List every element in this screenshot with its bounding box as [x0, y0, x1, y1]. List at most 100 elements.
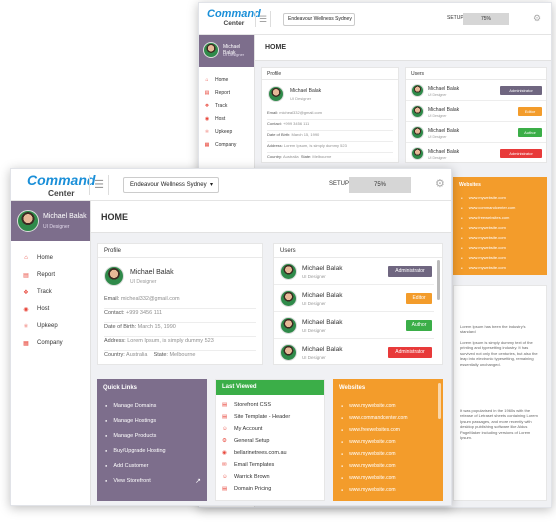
website-link[interactable]: www.mywebsite.com [341, 451, 395, 457]
website-link[interactable]: www.mywebsite.com [341, 463, 395, 469]
quick-link[interactable]: Manage Domains [105, 403, 156, 409]
front-gear-icon[interactable]: ⚙ [435, 177, 445, 190]
website-link[interactable]: www.mywebsite.com [341, 487, 395, 493]
back-company-select[interactable]: Endeavour Wellness Sydney [283, 13, 355, 26]
last-viewed-item[interactable]: ▤ Site Template - Header [222, 414, 290, 420]
last-viewed-item[interactable]: ▤ Storefront CSS [222, 402, 271, 408]
back-gear-icon[interactable]: ⚙ [533, 13, 541, 24]
administrator-badge[interactable]: Administrator [388, 347, 432, 358]
last-viewed-item[interactable]: ▤ Domain Pricing [222, 486, 271, 492]
back-text-p1: Lorem Ipsum has been the industry's stan… [460, 324, 526, 335]
report-icon: ▤ [204, 90, 210, 96]
external-link-icon[interactable]: ↗ [195, 477, 201, 485]
front-menu-button[interactable]: ☰ [89, 175, 109, 195]
track-icon: ❖ [23, 290, 29, 296]
author-badge[interactable]: Author [406, 320, 432, 331]
back-country-label: Country: [267, 154, 283, 159]
front-nav-track[interactable]: ❖ Track [11, 289, 90, 303]
back-page-title: HOME [255, 35, 551, 61]
quick-link[interactable]: Add Customer [105, 463, 148, 469]
website-link[interactable]: www.mywebsite.com [341, 403, 395, 409]
back-address-label: Address: [267, 143, 283, 148]
address-label: Address: [104, 338, 126, 344]
administrator-badge[interactable]: Administrator [388, 266, 432, 277]
back-menu-button[interactable]: ☰ [255, 11, 271, 27]
front-nav-label: Track [37, 289, 52, 295]
back-user-row: Michael Balak UI Designer Administrator [406, 144, 546, 163]
back-nav-track[interactable]: ❖ Track [199, 103, 254, 115]
front-page-title: HOME [91, 201, 451, 233]
last-viewed-item[interactable]: ◉ bellarinetrees.com.au [222, 450, 287, 456]
front-nav-host[interactable]: ◉ Host [11, 306, 90, 320]
website-link[interactable]: www.commandcenter.com [341, 415, 407, 421]
front-user-role: UI Designer [43, 224, 70, 230]
back-nav-upkeep[interactable]: ⚛ Upkeep [199, 129, 254, 141]
website-link[interactable]: www.mywebsite.com [341, 475, 395, 481]
quick-link[interactable]: Buy/Upgrade Hosting [105, 448, 165, 454]
back-nav-label: Upkeep [215, 129, 233, 135]
user-row-avatar [280, 344, 297, 361]
home-icon: ⌂ [205, 77, 209, 83]
back-contact-label: Contact: [267, 121, 282, 126]
back-profile-header: Profile [262, 68, 398, 80]
back-website-link[interactable]: www.freewebsites.com [461, 215, 510, 220]
quick-links-panel: Quick Links Manage Domains Manage Hostin… [97, 379, 207, 501]
back-dob-label: Date of Birth: [267, 132, 291, 137]
back-user-row: Michael Balak UI Designer Editor [406, 102, 546, 122]
user-row-role: UI Designer [302, 328, 326, 333]
last-viewed-item[interactable]: ☺ My Account [222, 426, 262, 432]
website-link[interactable]: www.mywebsite.com [341, 439, 395, 445]
back-nav-host[interactable]: ◉ Host [199, 116, 254, 128]
users-card: Users Michael Balak UI Designer Administ… [273, 243, 443, 365]
report-icon: ▤ [23, 273, 29, 279]
quick-link[interactable]: Manage Products [105, 433, 156, 439]
back-role-badge[interactable]: Administrator [500, 86, 542, 95]
last-viewed-item[interactable]: ✉ Email Templates [222, 462, 274, 468]
email-value: micheal332@gmail.com [120, 296, 180, 302]
profile-header: Profile [98, 244, 262, 258]
back-website-link[interactable]: www.mywebsite.com [461, 195, 506, 200]
quick-link[interactable]: Manage Hostings [105, 418, 156, 424]
front-nav-label: Upkeep [37, 323, 58, 329]
quick-link[interactable]: View Storefront [105, 478, 151, 484]
back-role-badge[interactable]: Administrator [500, 149, 542, 158]
person-icon: ☺ [222, 474, 228, 480]
back-nav-label: Host [215, 116, 226, 122]
country-label: Country: [104, 352, 125, 358]
front-nav-label: Company [37, 340, 63, 346]
back-role-badge[interactable]: Editor [518, 107, 542, 116]
back-nav-label: Report [215, 90, 231, 96]
back-nav-company[interactable]: ▦ Company [199, 142, 254, 154]
back-website-link[interactable]: www.mywebsite.com [461, 225, 506, 230]
websites-scrollbar[interactable] [438, 383, 441, 419]
back-nav-home[interactable]: ⌂ Home [199, 77, 254, 89]
website-link[interactable]: www.freewebsites.com [341, 427, 400, 433]
last-viewed-item[interactable]: ⚙ General Setup [222, 438, 269, 444]
back-website-link[interactable]: www.mywebsite.com [461, 245, 506, 250]
profile-address-row: Address: Lorem Ipsum, is simply dummy 52… [104, 338, 256, 351]
back-user-box: Michael Balak UI Designer [199, 35, 254, 67]
back-website-link[interactable]: www.mywebsite.com [461, 235, 506, 240]
last-viewed-item[interactable]: ☺ Warrick Brown [222, 474, 270, 480]
front-nav-report[interactable]: ▤ Report [11, 272, 90, 286]
back-website-link[interactable]: www.commandcenter.com [461, 205, 516, 210]
back-website-link[interactable]: www.mywebsite.com [461, 265, 506, 270]
back-website-link[interactable]: www.mywebsite.com [461, 255, 506, 260]
front-nav-home[interactable]: ⌂ Home [11, 255, 90, 269]
users-scrollbar[interactable] [437, 260, 440, 300]
back-user-row-role: UI Designer [428, 135, 447, 139]
front-company-select[interactable]: Endeavour Wellness Sydney ▾ [123, 177, 219, 193]
contact-label: Contact: [104, 310, 125, 316]
front-nav-company[interactable]: ▦ Company [11, 340, 90, 354]
profile-email-row: Email: micheal332@gmail.com [104, 296, 256, 309]
address-value: Lorem Ipsum, is simply dummy 523 [127, 338, 214, 344]
back-websites-panel: Websites www.mywebsite.com www.commandce… [453, 177, 547, 275]
front-logo-sub: Center [47, 188, 75, 198]
front-nav-upkeep[interactable]: ⚛ Upkeep [11, 323, 90, 337]
editor-badge[interactable]: Editor [406, 293, 432, 304]
back-profile-role: UI Designer [290, 96, 312, 101]
contact-value: +999 3456 111 [126, 310, 163, 316]
back-user-role: UI Designer [223, 52, 245, 57]
back-nav-report[interactable]: ▤ Report [199, 90, 254, 102]
back-role-badge[interactable]: Author [518, 128, 542, 137]
